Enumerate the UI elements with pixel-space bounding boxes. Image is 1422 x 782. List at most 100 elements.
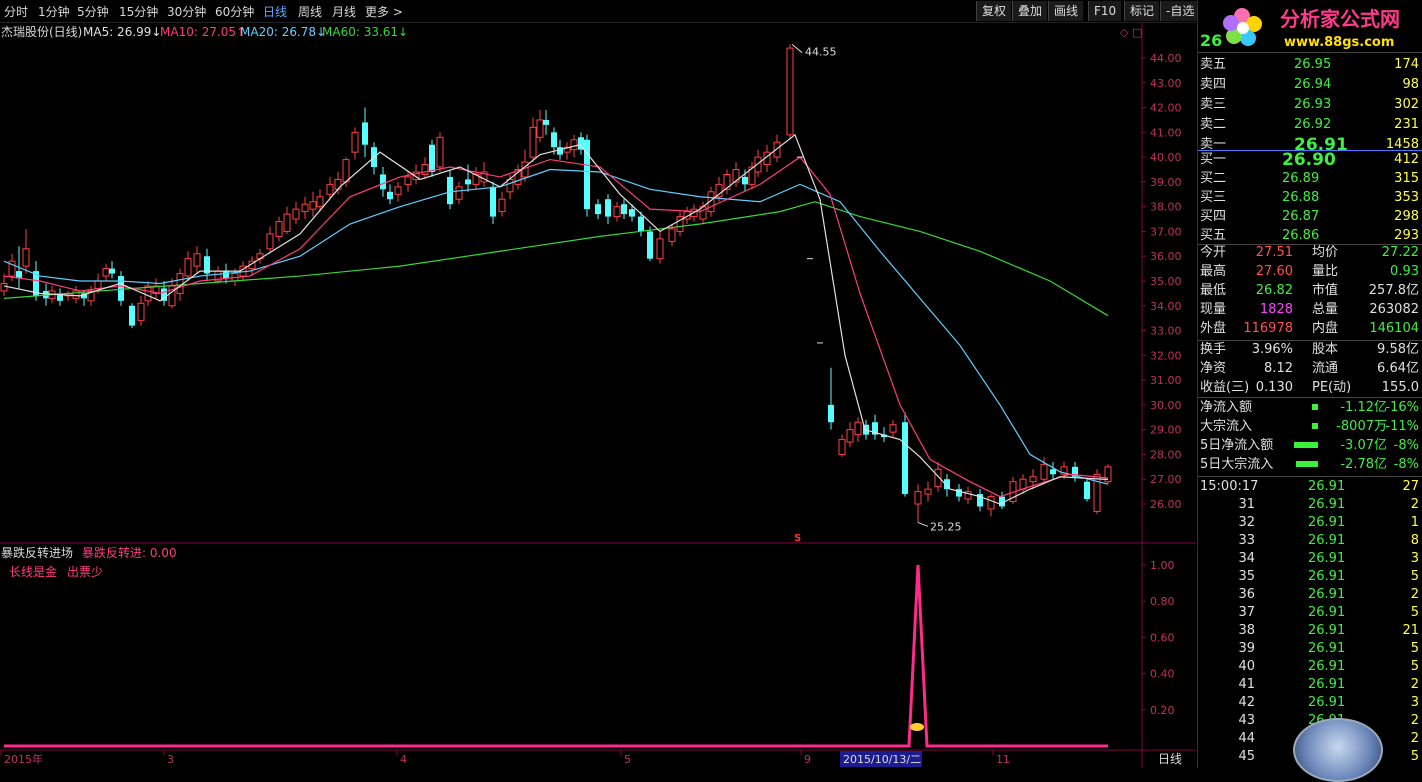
panel-divider [1198, 476, 1422, 477]
stat-label: 均价 [1312, 245, 1339, 260]
candle-body [629, 209, 635, 217]
buy-price: 26.90 [1282, 150, 1336, 170]
fundamental-row-1: 净资 8.12 流通 6.64亿 [1198, 360, 1422, 378]
candle-body [283, 213, 291, 232]
stat-label: 最低 [1200, 283, 1227, 298]
sell-volume: 98 [1402, 77, 1419, 92]
price-tick-label: 40.00 [1150, 151, 1182, 164]
candle-body [326, 183, 334, 195]
candle-body [342, 159, 350, 183]
period-tab-8[interactable]: 月线 [332, 3, 356, 20]
candles [0, 44, 1112, 523]
stat-value: 27.51 [1255, 245, 1293, 260]
xaxis-label: 3 [167, 753, 174, 766]
tick-price: 26.91 [1308, 497, 1346, 512]
indicator-note-b: 出票少 [67, 565, 103, 579]
tick-second: 36 [1238, 587, 1255, 602]
period-label[interactable]: 日线 [1158, 752, 1182, 766]
site-logo: 分析家公式网 www.88gs.com [1223, 7, 1400, 50]
panel-divider [1198, 397, 1422, 398]
tick-price: 26.91 [1308, 695, 1346, 710]
candle-body [436, 136, 444, 168]
toolbar-button-5[interactable]: -自选 [1160, 1, 1200, 21]
tick-volume: 2 [1410, 713, 1419, 728]
period-tab-0[interactable]: 分时 [4, 3, 28, 20]
flow-bar [1296, 461, 1318, 467]
tick-volume: 27 [1402, 479, 1419, 494]
tick-second: 34 [1238, 551, 1255, 566]
indicator-line [4, 564, 1108, 748]
candle-body [309, 201, 317, 210]
tick-row-2: 32 26.91 1 [1198, 514, 1422, 532]
fundamental-value: 155.0 [1381, 380, 1419, 395]
tick-volume: 5 [1410, 605, 1419, 620]
candle-body [529, 126, 537, 158]
price-tick-label: 28.00 [1150, 448, 1182, 461]
toolbar-button-1[interactable]: 叠加 [1012, 1, 1048, 21]
candle-body [889, 424, 897, 433]
buy-level-1: 买二 26.89 315 [1198, 170, 1422, 188]
stat-label: 内盘 [1312, 321, 1339, 336]
tick-row-5: 35 26.91 5 [1198, 568, 1422, 586]
period-tab-6[interactable]: 日线 [263, 3, 287, 20]
candle-body [732, 169, 740, 183]
flow-label: 5日大宗流入 [1200, 457, 1274, 472]
period-tab-5[interactable]: 60分钟 [215, 3, 254, 20]
toolbar-button-3[interactable]: F10 [1088, 1, 1122, 21]
tick-second: 40 [1238, 659, 1255, 674]
xaxis-label: 5 [624, 753, 631, 766]
indicator-tick-label: 1.00 [1150, 559, 1175, 572]
candle-body [595, 204, 601, 215]
candlestick-chart[interactable]: 44.00 43.00 42.00 41.00 40.00 39.00 38.00 37.00… [0, 22, 1196, 544]
xaxis-label: 9 [804, 753, 811, 766]
tick-price: 26.91 [1308, 677, 1346, 692]
avatar [1293, 718, 1383, 782]
tick-price: 26.91 [1308, 515, 1346, 530]
toolbar-button-4[interactable]: 标记 [1124, 1, 1160, 21]
flow-bar [1312, 423, 1318, 429]
toolbar-button-0[interactable]: 复权 [976, 1, 1012, 21]
period-tab-1[interactable]: 1分钟 [38, 3, 70, 20]
tick-price: 26.91 [1308, 623, 1346, 638]
fundamental-value: 9.58亿 [1377, 342, 1419, 357]
period-tab-4[interactable]: 30分钟 [167, 3, 206, 20]
price-tick-label: 39.00 [1150, 176, 1182, 189]
tick-second: 43 [1238, 713, 1255, 728]
period-tab-3[interactable]: 15分钟 [119, 3, 158, 20]
sell-volume: 231 [1394, 117, 1419, 132]
candle-body [193, 253, 201, 267]
tick-volume: 2 [1410, 731, 1419, 746]
candle-body [773, 141, 781, 158]
flow-bar [1294, 442, 1318, 448]
xaxis-label: 4 [400, 753, 407, 766]
buy-volume: 315 [1394, 171, 1419, 186]
toolbar-button-2[interactable]: 画线 [1048, 1, 1084, 21]
stat-value: 0.93 [1390, 264, 1419, 279]
buy-volume: 298 [1394, 209, 1419, 224]
sell-price: 26.92 [1294, 117, 1332, 132]
flow-label: 净流入额 [1200, 400, 1253, 415]
fundamental-label: 股本 [1312, 342, 1339, 357]
period-tab-7[interactable]: 周线 [298, 3, 322, 20]
flow-pct: -11% [1385, 419, 1419, 434]
period-tab-9[interactable]: 更多 > [365, 3, 403, 20]
tick-price: 26.91 [1308, 533, 1346, 548]
fundamental-value: 3.96% [1251, 342, 1293, 357]
diamond-icon[interactable]: ◇ [1120, 26, 1129, 39]
stat-value: 27.22 [1381, 245, 1419, 260]
ma20-line [3, 168, 1109, 485]
sell-price: 26.93 [1294, 97, 1332, 112]
candle-body [1050, 469, 1056, 475]
buy-label: 买四 [1200, 209, 1227, 224]
high-label: 44.55 [805, 46, 837, 59]
candle-body [176, 273, 184, 294]
tick-row-6: 36 26.91 2 [1198, 586, 1422, 604]
tick-second: 39 [1238, 641, 1255, 656]
indicator-chart[interactable]: 暴跌反转进场 暴跌反转进: 0.00 长线是金 出票少 1.00 0.80 0.60 0.40… [0, 545, 1196, 768]
square-icon[interactable]: □ [1132, 26, 1142, 39]
stat-row-1: 最高 27.60 量比 0.93 [1198, 263, 1422, 281]
stat-row-0: 今开 27.51 均价 27.22 [1198, 244, 1422, 262]
candle-body [404, 176, 412, 185]
stat-value: 116978 [1243, 321, 1293, 336]
period-tab-2[interactable]: 5分钟 [77, 3, 109, 20]
